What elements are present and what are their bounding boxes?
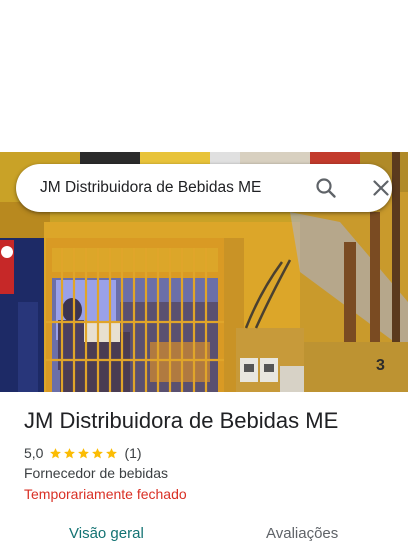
search-input[interactable]: JM Distribuidora de Bebidas ME [40,164,261,212]
place-status: Temporariamente fechado [24,486,187,502]
rating-stars [49,447,119,460]
place-category[interactable]: Fornecedor de bebidas [24,465,168,481]
close-icon[interactable] [369,176,393,200]
tab-bar: Visão geral Avaliações [0,516,408,544]
place-title: JM Distribuidora de Bebidas ME [24,408,339,433]
search-icon[interactable] [314,176,338,200]
tab-reviews[interactable]: Avaliações [266,525,338,542]
review-count[interactable]: (1) [124,445,141,461]
tab-overview[interactable]: Visão geral [69,525,144,542]
star-icon [78,447,90,458]
star-icon [64,447,76,458]
top-blank-area [0,0,408,152]
store-number-text: 3 [376,357,385,374]
rating-row[interactable]: 5,0 (1) [24,444,142,462]
rating-value: 5,0 [24,445,44,461]
search-bar[interactable]: JM Distribuidora de Bebidas ME [16,164,392,212]
star-icon [92,447,104,458]
star-icon [106,447,118,458]
star-icon [50,447,62,458]
